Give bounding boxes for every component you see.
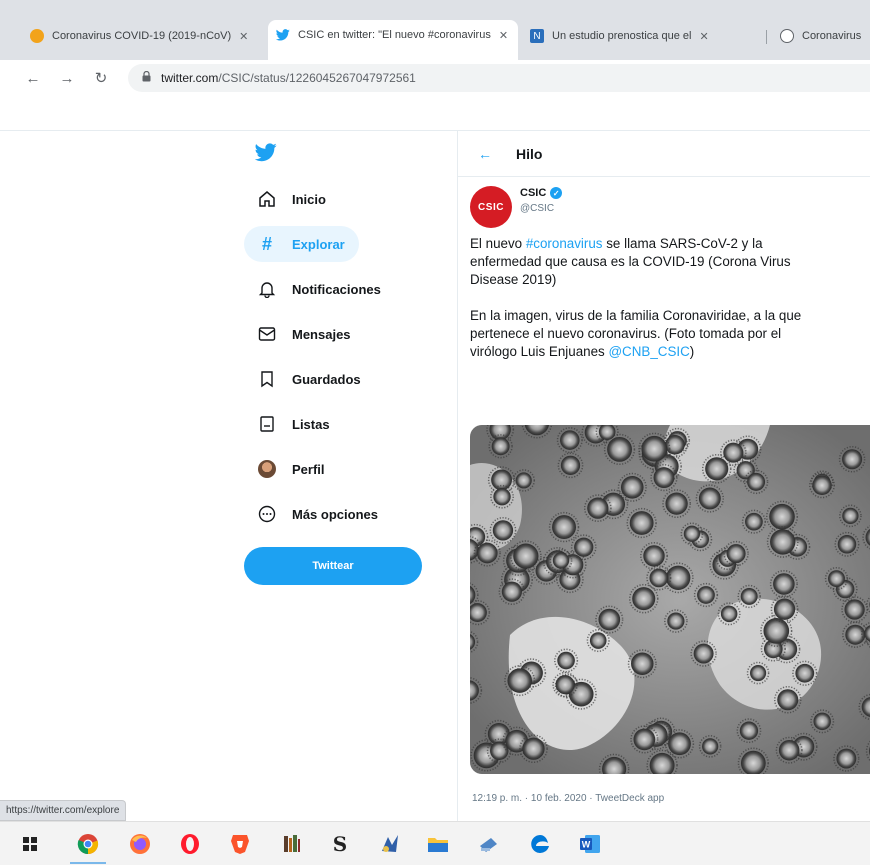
tab-coronavirus-2[interactable]: Coronavirus bbox=[772, 22, 870, 50]
library-icon[interactable] bbox=[280, 832, 304, 856]
close-icon[interactable]: ✕ bbox=[239, 30, 248, 43]
tweet-line: virólogo Luis Enjuanes @CNB_CSIC) bbox=[470, 344, 695, 359]
url-path: /CSIC/status/1226045267047972561 bbox=[218, 71, 416, 85]
forward-icon[interactable]: → bbox=[54, 70, 80, 87]
nav-item-mas-opciones[interactable]: Más opciones bbox=[244, 496, 392, 532]
nav-item-guardados[interactable]: Guardados bbox=[244, 361, 375, 397]
reload-icon[interactable]: ↻ bbox=[88, 69, 114, 87]
mention-link[interactable]: @CNB_CSIC bbox=[608, 344, 689, 359]
profile-avatar bbox=[256, 458, 278, 480]
tweet-timestamp[interactable]: 12:19 p. m. · 10 feb. 2020 · TweetDeck a… bbox=[472, 793, 664, 804]
tab-coronavirus[interactable]: Coronavirus COVID-19 (2019-nCoV) ✕ bbox=[22, 22, 264, 50]
windows-taskbar: S W bbox=[0, 821, 870, 865]
author-name-row[interactable]: CSIC ✓ bbox=[520, 187, 563, 199]
photo-icon[interactable] bbox=[378, 832, 402, 856]
address-bar[interactable]: twitter.com /CSIC/status/122604526704797… bbox=[128, 64, 870, 92]
nav-label: Notificaciones bbox=[292, 281, 381, 297]
nav-label: Listas bbox=[292, 416, 330, 432]
news-favicon: N bbox=[530, 29, 544, 43]
lock-icon bbox=[142, 70, 151, 85]
url-host: twitter.com bbox=[161, 71, 219, 85]
more-icon bbox=[256, 503, 278, 525]
author-handle: @CSIC bbox=[520, 203, 555, 214]
svg-text:W: W bbox=[582, 840, 591, 850]
tweet-line: enfermedad que causa es la COVID-19 (Cor… bbox=[470, 254, 791, 269]
tab-title: CSIC en twitter: "El nuevo #coronavirus bbox=[298, 29, 491, 41]
tab-estudio[interactable]: N Un estudio prenostica que el ✕ bbox=[522, 22, 762, 50]
covid-favicon bbox=[30, 29, 44, 43]
opera-icon[interactable] bbox=[178, 832, 202, 856]
status-bar-url: https://twitter.com/explore bbox=[0, 800, 127, 821]
tab-title: Coronavirus bbox=[802, 30, 862, 42]
nav-item-listas[interactable]: Listas bbox=[244, 406, 344, 442]
brave-icon[interactable] bbox=[228, 832, 252, 856]
nav-item-mensajes[interactable]: Mensajes bbox=[244, 316, 365, 352]
thread-header: ← Hilo bbox=[458, 131, 870, 177]
tab-csic-twitter[interactable]: CSIC en twitter: "El nuevo #coronavirus … bbox=[268, 20, 518, 60]
nav-item-perfil[interactable]: Perfil bbox=[244, 451, 339, 487]
nav-label: Perfil bbox=[292, 461, 325, 477]
list-icon bbox=[256, 413, 278, 435]
tweet-line: El nuevo #coronavirus se llama SARS-CoV-… bbox=[470, 236, 763, 251]
home-icon bbox=[256, 188, 278, 210]
file-explorer-icon[interactable] bbox=[426, 832, 450, 856]
tweet-line: pertenece el nuevo coronavirus. (Foto to… bbox=[470, 326, 782, 341]
windows-start-icon[interactable] bbox=[18, 832, 42, 856]
tweet-button[interactable]: Twittear bbox=[244, 547, 422, 585]
back-arrow-icon[interactable]: ← bbox=[478, 146, 498, 162]
thread-column: ← Hilo CSIC CSIC ✓ @CSIC El nuevo #coron… bbox=[457, 131, 870, 821]
back-icon[interactable]: ← bbox=[20, 70, 46, 87]
nav-label: Inicio bbox=[292, 191, 326, 207]
tab-divider bbox=[766, 30, 767, 44]
bell-icon bbox=[256, 278, 278, 300]
scrivener-icon[interactable]: S bbox=[328, 832, 352, 856]
author-name: CSIC bbox=[520, 187, 547, 199]
page-title: Hilo bbox=[516, 145, 543, 162]
nav-item-notificaciones[interactable]: Notificaciones bbox=[244, 271, 395, 307]
edge-icon[interactable] bbox=[528, 832, 552, 856]
tweet-line: En la imagen, virus de la familia Corona… bbox=[470, 308, 802, 323]
nav-item-inicio[interactable]: Inicio bbox=[244, 181, 340, 217]
tweet-text: El nuevo #coronavirus se llama SARS-CoV-… bbox=[470, 235, 870, 361]
taskbar-active-indicator bbox=[70, 862, 106, 864]
bookmark-icon bbox=[256, 368, 278, 390]
mail-icon bbox=[256, 323, 278, 345]
chrome-icon[interactable] bbox=[76, 832, 100, 856]
word-icon[interactable]: W bbox=[578, 832, 602, 856]
tweet-line: Disease 2019) bbox=[470, 272, 557, 287]
disk-icon[interactable] bbox=[476, 832, 500, 856]
tweet-line-gap bbox=[470, 289, 870, 307]
browser-tab-strip: Coronavirus COVID-19 (2019-nCoV) ✕ CSIC … bbox=[0, 0, 870, 60]
nav-label: Guardados bbox=[292, 371, 361, 387]
nav-label: Mensajes bbox=[292, 326, 351, 342]
twitter-logo-icon[interactable] bbox=[254, 143, 277, 163]
hashtag-link[interactable]: #coronavirus bbox=[526, 236, 603, 251]
nav-label: Más opciones bbox=[292, 506, 378, 522]
tab-title: Un estudio prenostica que el bbox=[552, 30, 692, 42]
hashtag-icon: # bbox=[261, 233, 272, 254]
globe-favicon bbox=[780, 29, 794, 43]
tweet-photo[interactable] bbox=[470, 425, 870, 774]
close-icon[interactable]: ✕ bbox=[499, 29, 508, 42]
verified-badge-icon: ✓ bbox=[550, 187, 563, 199]
nav-label: Explorar bbox=[292, 236, 345, 252]
author-avatar[interactable]: CSIC bbox=[470, 186, 512, 228]
close-icon[interactable]: ✕ bbox=[699, 30, 708, 43]
firefox-icon[interactable] bbox=[128, 832, 152, 856]
tab-title: Coronavirus COVID-19 (2019-nCoV) bbox=[52, 30, 232, 42]
nav-item-explorar[interactable]: # Explorar bbox=[244, 226, 359, 262]
twitter-favicon bbox=[276, 28, 290, 42]
virus-micrograph bbox=[470, 425, 870, 774]
